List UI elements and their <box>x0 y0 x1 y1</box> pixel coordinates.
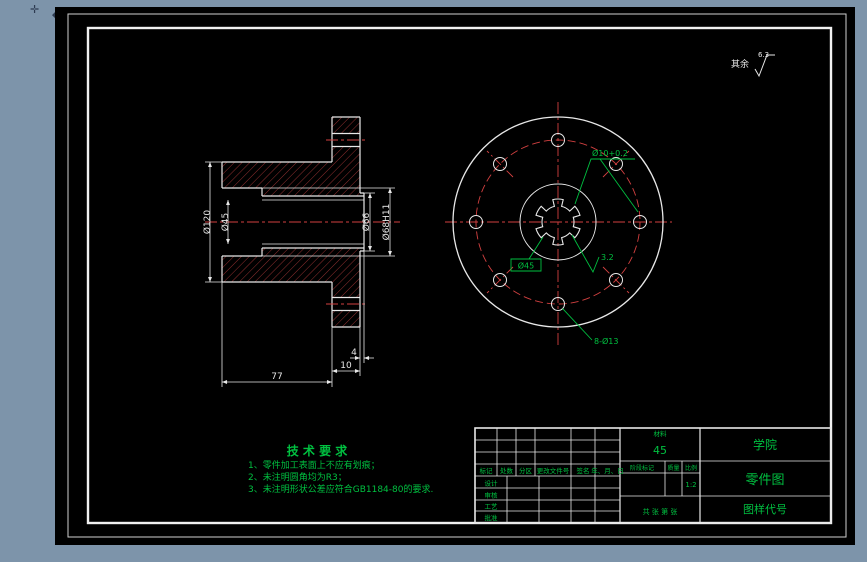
face-view-annotations <box>510 158 639 341</box>
left-view-dim-labels: Ø120 Ø45 Ø66 Ø68H11 77 10 4 <box>202 204 392 382</box>
tech-req-item: 2、未注明圆角均为R3； <box>248 471 347 483</box>
bolt-holes-leader <box>562 308 593 341</box>
rev-header: 年、月、日 <box>591 466 624 475</box>
drawing-number-label: 图样代号 <box>743 502 787 516</box>
title-block-text: 标记 处数 分区 更改文件号 签名 年、月、日 设计 审核 工艺 批准 材料 4… <box>480 429 788 522</box>
cross-mark-icon: ✛ <box>30 3 40 16</box>
tech-req-item: 1、零件加工表面上不应有划痕； <box>248 459 380 471</box>
spline-width-label: Ø10+0.2 <box>592 148 628 158</box>
surface-note-prefix: 其余 <box>731 58 749 70</box>
sign-row-label: 批准 <box>485 513 499 522</box>
left-section-view: Ø120 Ø45 Ø66 Ø68H11 77 10 4 <box>202 116 400 387</box>
technical-requirements: 技 术 要 求 1、零件加工表面上不应有划痕； 2、未注明圆角均为R3； 3、未… <box>248 443 433 495</box>
cad-drawing: Ø120 Ø45 Ø66 Ø68H11 77 10 4 Ø10+0.2 Ø45 … <box>67 13 847 538</box>
dim-outer-dia: Ø120 <box>202 210 213 235</box>
sign-row-label: 工艺 <box>485 503 499 511</box>
tech-req-item: 3、未注明形状公差应符合GB1184-80的要求. <box>248 483 433 495</box>
school-name: 学院 <box>753 437 777 452</box>
roughness-value: 3.2 <box>601 253 614 262</box>
roughness-symbol <box>588 256 600 274</box>
rev-header: 分区 <box>519 466 533 475</box>
spline-width-leader2 <box>599 158 639 213</box>
scale-value: 1:2 <box>685 481 696 489</box>
right-face-view: Ø10+0.2 Ø45 3.2 8-Ø13 <box>445 102 672 346</box>
sign-row-label: 设计 <box>485 479 499 488</box>
material-label: 材料 <box>654 429 668 438</box>
doc-type: 零件图 <box>745 473 784 488</box>
sheet-frames <box>67 13 847 538</box>
boxed-dim-label: Ø45 <box>518 261 534 271</box>
tech-req-title: 技 术 要 求 <box>287 443 349 458</box>
sign-row-label: 审核 <box>485 491 499 500</box>
qty-label: 质量 <box>667 464 679 472</box>
face-view-centerlines <box>445 102 672 345</box>
title-block: 标记 处数 分区 更改文件号 签名 年、月、日 设计 审核 工艺 批准 材料 4… <box>474 427 832 524</box>
scale-label: 比例 <box>685 464 697 472</box>
dim-hub-length: 77 <box>271 372 282 382</box>
stage-label: 阶段标记 <box>630 464 654 472</box>
material-value: 45 <box>653 444 667 457</box>
rev-header: 处数 <box>500 466 514 475</box>
dim-counterbore-dia: Ø68H11 <box>381 204 392 241</box>
rev-header: 更改文件号 <box>537 466 570 475</box>
rev-header: 标记 <box>480 466 494 475</box>
face-view-annotation-labels: Ø10+0.2 Ø45 3.2 8-Ø13 <box>518 148 628 346</box>
surface-finish-note: 其余 6.3 <box>731 51 775 78</box>
sheet-text: 共 张 第 张 <box>643 507 678 516</box>
cad-canvas[interactable]: Ø120 Ø45 Ø66 Ø68H11 77 10 4 Ø10+0.2 Ø45 … <box>55 7 855 545</box>
bolt-holes-label: 8-Ø13 <box>594 336 618 346</box>
rev-header: 签名 <box>577 466 590 475</box>
roughness-leader <box>571 234 590 266</box>
dim-flange-thickness: 10 <box>340 361 352 371</box>
dim-bore-dia: Ø45 <box>220 213 231 232</box>
dim-spigot-length: 4 <box>351 348 357 358</box>
dim-spigot-dia: Ø66 <box>361 212 372 231</box>
